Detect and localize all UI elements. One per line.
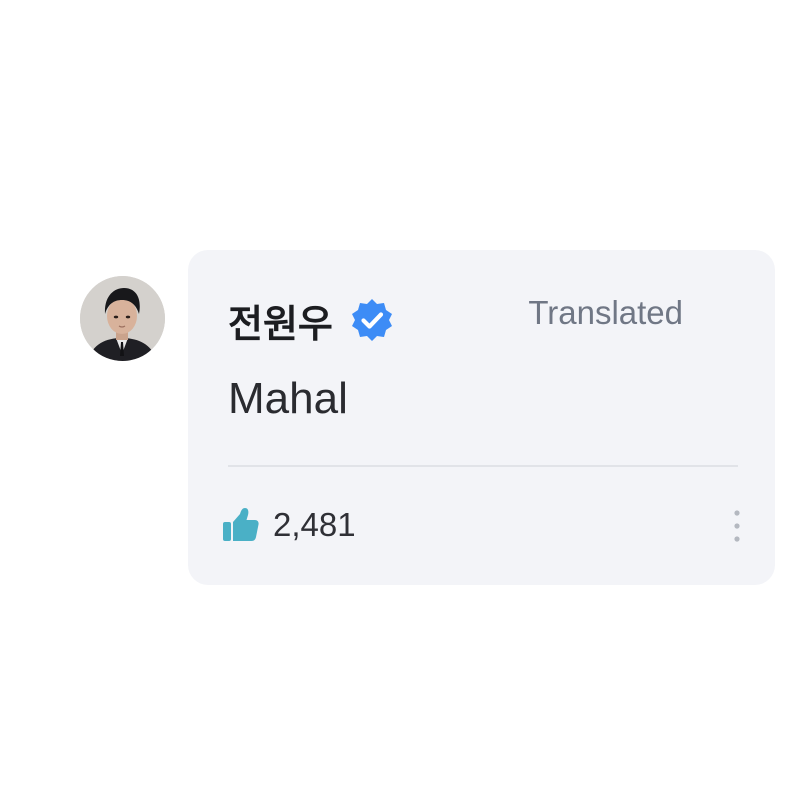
author-row: 전원우 bbox=[228, 290, 395, 350]
thumbs-up-icon[interactable] bbox=[221, 505, 261, 545]
avatar-photo bbox=[80, 276, 165, 361]
avatar[interactable] bbox=[80, 276, 165, 361]
translated-label[interactable]: Translated bbox=[528, 294, 683, 332]
divider bbox=[228, 465, 738, 467]
like-count: 2,481 bbox=[273, 506, 356, 543]
comment-screen: 전원우 Translated Mahal 2,481 bbox=[0, 0, 800, 800]
verified-badge-icon bbox=[349, 297, 395, 343]
more-vertical-icon[interactable] bbox=[729, 508, 745, 544]
author-name[interactable]: 전원우 bbox=[228, 293, 333, 348]
comment-footer: 2,481 bbox=[221, 500, 356, 550]
comment-text: Mahal bbox=[228, 374, 348, 423]
comment-card: 전원우 Translated Mahal 2,481 bbox=[188, 250, 775, 585]
